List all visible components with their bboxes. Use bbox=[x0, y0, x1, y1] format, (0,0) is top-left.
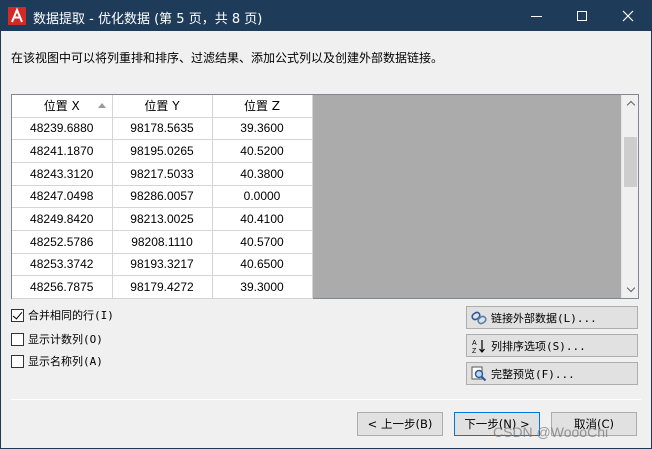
column-sort-options-button[interactable]: A Z 列排序选项(S)... bbox=[466, 334, 638, 357]
close-icon bbox=[622, 10, 634, 22]
cell-z[interactable]: 40.3800 bbox=[212, 162, 313, 186]
cell-y[interactable]: 98178.5635 bbox=[112, 117, 213, 141]
cell-z[interactable]: 39.3000 bbox=[212, 275, 313, 299]
full-preview-button[interactable]: 完整预览(F)... bbox=[466, 362, 638, 385]
cell-y[interactable]: 98179.4272 bbox=[112, 275, 213, 299]
column-header-x[interactable]: 位置 X bbox=[12, 95, 113, 118]
button-label: 列排序选项(S)... bbox=[491, 339, 586, 353]
table-header-row: 位置 X 位置 Y 位置 Z bbox=[12, 95, 313, 118]
column-header-z[interactable]: 位置 Z bbox=[212, 95, 313, 118]
table-row[interactable]: 48253.3742 98193.3217 40.6500 bbox=[12, 253, 313, 277]
table-row[interactable]: 48256.7875 98179.4272 39.3000 bbox=[12, 275, 313, 299]
table-row[interactable]: 48243.3120 98217.5033 40.3800 bbox=[12, 162, 313, 186]
checkbox-checked-icon[interactable] bbox=[11, 308, 24, 322]
scroll-up-button[interactable] bbox=[622, 95, 639, 112]
sort-az-icon: A Z bbox=[472, 339, 485, 354]
maximize-icon bbox=[577, 11, 587, 21]
window-title: 数据提取 - 优化数据 (第 5 页，共 8 页) bbox=[33, 12, 263, 27]
cell-x[interactable]: 48252.5786 bbox=[12, 230, 113, 254]
preview-magnifier-icon bbox=[471, 366, 487, 381]
link-external-data-button[interactable]: 链接外部数据(L)... bbox=[466, 306, 638, 329]
cell-x[interactable]: 48253.3742 bbox=[12, 253, 113, 277]
cell-x[interactable]: 48243.3120 bbox=[12, 162, 113, 186]
column-header-y[interactable]: 位置 Y bbox=[112, 95, 213, 118]
cell-y[interactable]: 98193.3217 bbox=[112, 253, 213, 277]
instruction-text: 在该视图中可以将列重排和排序、过滤结果、添加公式列以及创建外部数据链接。 bbox=[11, 51, 444, 65]
table-row[interactable]: 48239.6880 98178.5635 39.3600 bbox=[12, 117, 313, 141]
cell-x[interactable]: 48247.0498 bbox=[12, 185, 113, 209]
watermark-text: CSDN @WoooChi bbox=[493, 424, 609, 440]
cell-z[interactable]: 40.5700 bbox=[212, 230, 313, 254]
table-row[interactable]: 48252.5786 98208.1110 40.5700 bbox=[12, 230, 313, 254]
maximize-button[interactable] bbox=[559, 1, 605, 31]
checkbox-label: 合并相同的行(I) bbox=[28, 309, 114, 322]
cell-z[interactable]: 39.3600 bbox=[212, 117, 313, 141]
link-icon bbox=[471, 311, 487, 324]
checkbox-unchecked-icon[interactable] bbox=[11, 332, 24, 346]
checkbox-label: 显示计数列(O) bbox=[28, 333, 103, 346]
button-label: 完整预览(F)... bbox=[491, 367, 575, 381]
show-name-checkbox[interactable]: 显示名称列(A) bbox=[11, 353, 103, 369]
dialog-window: 数据提取 - 优化数据 (第 5 页，共 8 页) 在该视图中可以将列重排和排序… bbox=[0, 0, 652, 449]
vertical-scrollbar[interactable] bbox=[621, 95, 638, 298]
autocad-logo-icon bbox=[8, 7, 26, 25]
table-row[interactable]: 48249.8420 98213.0025 40.4100 bbox=[12, 207, 313, 231]
cell-x[interactable]: 48239.6880 bbox=[12, 117, 113, 141]
cell-y[interactable]: 98213.0025 bbox=[112, 207, 213, 231]
cell-y[interactable]: 98286.0057 bbox=[112, 185, 213, 209]
data-grid[interactable]: 位置 X 位置 Y 位置 Z 48239.6880 98178.5635 39.… bbox=[11, 94, 639, 299]
cell-y[interactable]: 98208.1110 bbox=[112, 230, 213, 254]
title-bar[interactable]: 数据提取 - 优化数据 (第 5 页，共 8 页) bbox=[1, 1, 651, 31]
chevron-down-icon bbox=[626, 283, 635, 293]
minimize-button[interactable] bbox=[513, 1, 559, 31]
close-button[interactable] bbox=[605, 1, 651, 31]
column-header-label: 位置 X bbox=[43, 99, 80, 114]
back-button[interactable]: < 上一步(B) bbox=[357, 412, 443, 436]
cell-z[interactable]: 0.0000 bbox=[212, 185, 313, 209]
cell-x[interactable]: 48256.7875 bbox=[12, 275, 113, 299]
svg-text:Z: Z bbox=[472, 348, 477, 354]
data-table[interactable]: 位置 X 位置 Y 位置 Z 48239.6880 98178.5635 39.… bbox=[12, 95, 313, 299]
button-label: < 上一步(B) bbox=[367, 417, 433, 431]
column-header-label: 位置 Y bbox=[144, 99, 180, 114]
cell-x[interactable]: 48241.1870 bbox=[12, 139, 113, 163]
checkbox-unchecked-icon[interactable] bbox=[11, 354, 24, 368]
cell-z[interactable]: 40.5200 bbox=[212, 139, 313, 163]
merge-rows-checkbox[interactable]: 合并相同的行(I) bbox=[11, 307, 114, 323]
cell-z[interactable]: 40.4100 bbox=[212, 207, 313, 231]
show-count-checkbox[interactable]: 显示计数列(O) bbox=[11, 331, 103, 347]
table-row[interactable]: 48247.0498 98286.0057 0.0000 bbox=[12, 185, 313, 209]
scroll-down-button[interactable] bbox=[622, 281, 639, 298]
cell-y[interactable]: 98217.5033 bbox=[112, 162, 213, 186]
svg-text:A: A bbox=[472, 340, 477, 347]
column-header-label: 位置 Z bbox=[243, 99, 281, 114]
minimize-icon bbox=[530, 15, 542, 17]
footer-divider bbox=[11, 399, 641, 400]
button-label: 链接外部数据(L)... bbox=[491, 311, 597, 325]
table-row[interactable]: 48241.1870 98195.0265 40.5200 bbox=[12, 139, 313, 163]
sort-ascending-icon bbox=[97, 103, 106, 108]
cell-y[interactable]: 98195.0265 bbox=[112, 139, 213, 163]
chevron-up-icon bbox=[626, 100, 635, 110]
checkbox-label: 显示名称列(A) bbox=[28, 355, 103, 368]
scroll-thumb[interactable] bbox=[624, 137, 637, 187]
cell-z[interactable]: 40.6500 bbox=[212, 253, 313, 277]
cell-x[interactable]: 48249.8420 bbox=[12, 207, 113, 231]
